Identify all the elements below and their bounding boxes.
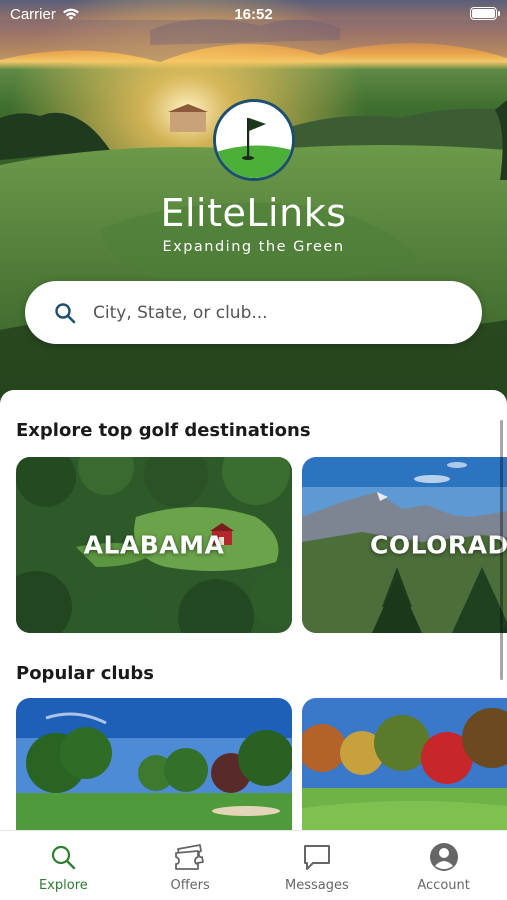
hero-banner: Carrier 16:52 EliteLinks Expanding the G… [0,0,507,410]
tab-bar: Explore Offers Messages Account [0,830,507,900]
destination-label: COLORADO [370,530,507,560]
content-sheet: Explore top golf destinations ALABAMA CO… [0,390,507,830]
tab-offers[interactable]: Offers [127,831,254,900]
app-title: EliteLinks [160,191,347,235]
club-card[interactable] [16,698,292,830]
tab-label: Explore [38,878,88,893]
brand-block: EliteLinks Expanding the Green [0,191,507,255]
destination-card-alabama[interactable]: ALABAMA [16,457,292,633]
scroll-indicator [500,420,503,680]
tab-explore[interactable]: Explore [0,831,127,900]
club-course-image [16,698,292,830]
chat-bubble-icon [301,841,333,873]
search-input[interactable] [93,302,433,323]
app-tagline: Expanding the Green [162,239,345,255]
club-autumn-course-image [302,698,507,830]
status-bar: Carrier 16:52 [0,0,507,28]
destinations-heading: Explore top golf destinations [16,420,311,441]
destination-card-colorado[interactable]: COLORADO [302,457,507,633]
destination-label: ALABAMA [83,530,225,560]
elitelinks-logo [213,99,295,181]
search-icon [47,841,79,873]
search-icon [55,302,76,323]
battery-icon [470,7,500,20]
tab-messages[interactable]: Messages [254,831,381,900]
user-circle-icon [428,841,460,873]
ticket-icon [174,841,206,873]
tab-label: Account [417,878,470,893]
tab-account[interactable]: Account [380,831,507,900]
search-bar[interactable] [25,281,482,344]
golf-flag-logo-icon [216,118,292,178]
club-card[interactable] [302,698,507,830]
tab-label: Offers [170,878,210,893]
tab-label: Messages [285,878,349,893]
status-time: 16:52 [234,6,273,23]
popular-clubs-heading: Popular clubs [16,663,154,684]
